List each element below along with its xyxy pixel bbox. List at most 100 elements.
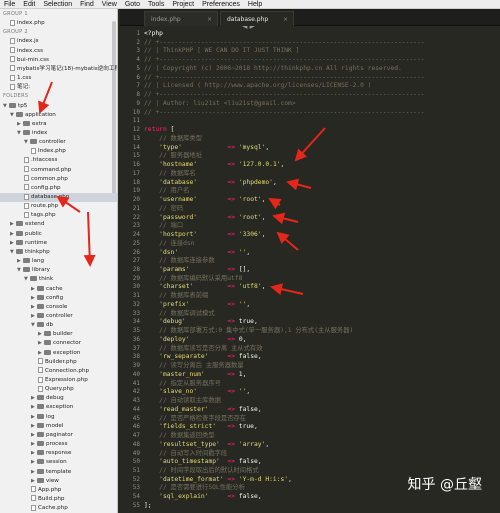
folder-item[interactable]: ▼ controller: [0, 138, 117, 147]
code-token: =>: [227, 388, 236, 396]
file-item[interactable]: .htaccess: [0, 156, 117, 165]
folder-item[interactable]: ▶ builder: [0, 330, 117, 339]
close-icon[interactable]: ×: [283, 12, 288, 27]
folder-item[interactable]: ▼ application: [0, 111, 117, 120]
code-line: 'resultset_type' => 'array',: [144, 440, 269, 449]
code-token: // 服务器地址: [144, 152, 203, 160]
folder-item[interactable]: ▶ extra: [0, 120, 117, 129]
folder-item[interactable]: ▶ exception: [0, 403, 117, 412]
code-token: ,: [261, 196, 266, 204]
sidebar-item-label: cache: [46, 285, 63, 292]
file-icon: [31, 486, 36, 493]
folder-item[interactable]: ▼ library: [0, 266, 117, 275]
file-item[interactable]: Cache.php: [0, 504, 117, 513]
folder-item[interactable]: ▶ cache: [0, 285, 117, 294]
folder-item[interactable]: ▶ session: [0, 458, 117, 467]
file-item[interactable]: common.php: [0, 175, 117, 184]
folder-item[interactable]: ▶ debug: [0, 394, 117, 403]
file-item[interactable]: index.js: [0, 37, 117, 46]
file-item[interactable]: Build.php: [0, 495, 117, 504]
folder-item[interactable]: ▶ controller: [0, 312, 117, 321]
file-icon: [10, 19, 15, 26]
code-token: // 是否严格检查字段是否存在: [144, 414, 247, 422]
file-item[interactable]: tags.php: [0, 211, 117, 220]
line-number: 49: [132, 449, 140, 457]
folder-item[interactable]: ▶ public: [0, 230, 117, 239]
folder-item[interactable]: ▶ extend: [0, 220, 117, 229]
file-item[interactable]: database.php: [0, 193, 117, 202]
file-item[interactable]: Index.php: [0, 147, 117, 156]
code-line: // | ThinkPHP [ WE CAN DO IT JUST THINK …: [144, 46, 299, 55]
menu-goto[interactable]: Goto: [121, 0, 144, 8]
file-item[interactable]: Query.php: [0, 385, 117, 394]
folder-item[interactable]: ▶ response: [0, 449, 117, 458]
folder-item[interactable]: ▶ view: [0, 477, 117, 486]
code-token: 'debug': [159, 318, 186, 326]
folder-item[interactable]: ▼ thinkphp: [0, 248, 117, 257]
code-token: 'fields_strict': [159, 423, 217, 431]
folder-item[interactable]: ▶ console: [0, 303, 117, 312]
code-token: // 用户名: [144, 187, 190, 195]
menu-help[interactable]: Help: [244, 0, 266, 8]
folder-item[interactable]: ▼ index: [0, 129, 117, 138]
code-line: // +------------------------------------…: [144, 73, 425, 82]
code-token: // +------------------------------------…: [144, 38, 425, 46]
folder-item[interactable]: ▶ paginator: [0, 431, 117, 440]
file-item[interactable]: Builder.php: [0, 358, 117, 367]
code-editor[interactable]: <?php// +-------------------------------…: [144, 26, 500, 513]
folder-item[interactable]: ▶ runtime: [0, 239, 117, 248]
folder-item[interactable]: ▶ model: [0, 422, 117, 431]
menu-tools[interactable]: Tools: [144, 0, 168, 8]
menu-find[interactable]: Find: [76, 0, 98, 8]
folder-item[interactable]: ▶ template: [0, 468, 117, 477]
line-number: 55: [132, 501, 140, 509]
file-item[interactable]: index.css: [0, 47, 117, 56]
file-icon: [24, 175, 29, 182]
file-item[interactable]: route.php: [0, 202, 117, 211]
menu-file[interactable]: File: [0, 0, 19, 8]
sidebar-item-label: log: [46, 413, 55, 420]
file-item[interactable]: index.php: [0, 19, 117, 28]
file-item[interactable]: config.php: [0, 184, 117, 193]
folder-item[interactable]: ▶ process: [0, 440, 117, 449]
sidebar-item-label: mybatis学习笔记(18)-mybatis逆向工程.md: [17, 65, 117, 72]
file-item[interactable]: App.php: [0, 486, 117, 495]
file-item[interactable]: command.php: [0, 166, 117, 175]
folder-item[interactable]: ▼ db: [0, 321, 117, 330]
file-item[interactable]: Expression.php: [0, 376, 117, 385]
file-item[interactable]: 笔记:: [0, 83, 117, 92]
file-item[interactable]: Connection.php: [0, 367, 117, 376]
menu-project[interactable]: Project: [168, 0, 198, 8]
menu-preferences[interactable]: Preferences: [198, 0, 244, 8]
menu-edit[interactable]: Edit: [19, 0, 39, 8]
close-icon[interactable]: ×: [207, 12, 212, 27]
code-token: 'type': [159, 143, 182, 151]
folder-item[interactable]: ▼ tp5: [0, 102, 117, 111]
code-token: // 数据库类型: [144, 134, 203, 142]
folder-item[interactable]: ▶ config: [0, 294, 117, 303]
menu-view[interactable]: View: [98, 0, 121, 8]
code-token: // 指定从服务器序号: [144, 379, 221, 387]
file-item[interactable]: 1.css: [0, 74, 117, 83]
folder-item[interactable]: ▶ lang: [0, 257, 117, 266]
editor-scrollbar[interactable]: [495, 26, 499, 513]
menu-selection[interactable]: Selection: [39, 0, 76, 8]
folder-icon: [44, 340, 51, 346]
folder-item[interactable]: ▶ connector: [0, 339, 117, 348]
file-item[interactable]: mybatis学习笔记(18)-mybatis逆向工程.md: [0, 65, 117, 74]
code-line: 'dsn' => '',: [144, 248, 250, 257]
tab-index-php[interactable]: index.php ×: [144, 11, 218, 26]
line-number: 37: [132, 344, 140, 352]
file-item[interactable]: bui-min.css: [0, 56, 117, 65]
folder-item[interactable]: ▼ think: [0, 275, 117, 284]
folder-icon: [37, 413, 44, 419]
code-token: true,: [235, 423, 258, 431]
folder-item[interactable]: ▶ log: [0, 413, 117, 422]
folder-item[interactable]: ▶ exception: [0, 349, 117, 358]
tab-database-php[interactable]: database.php ×: [220, 11, 294, 26]
